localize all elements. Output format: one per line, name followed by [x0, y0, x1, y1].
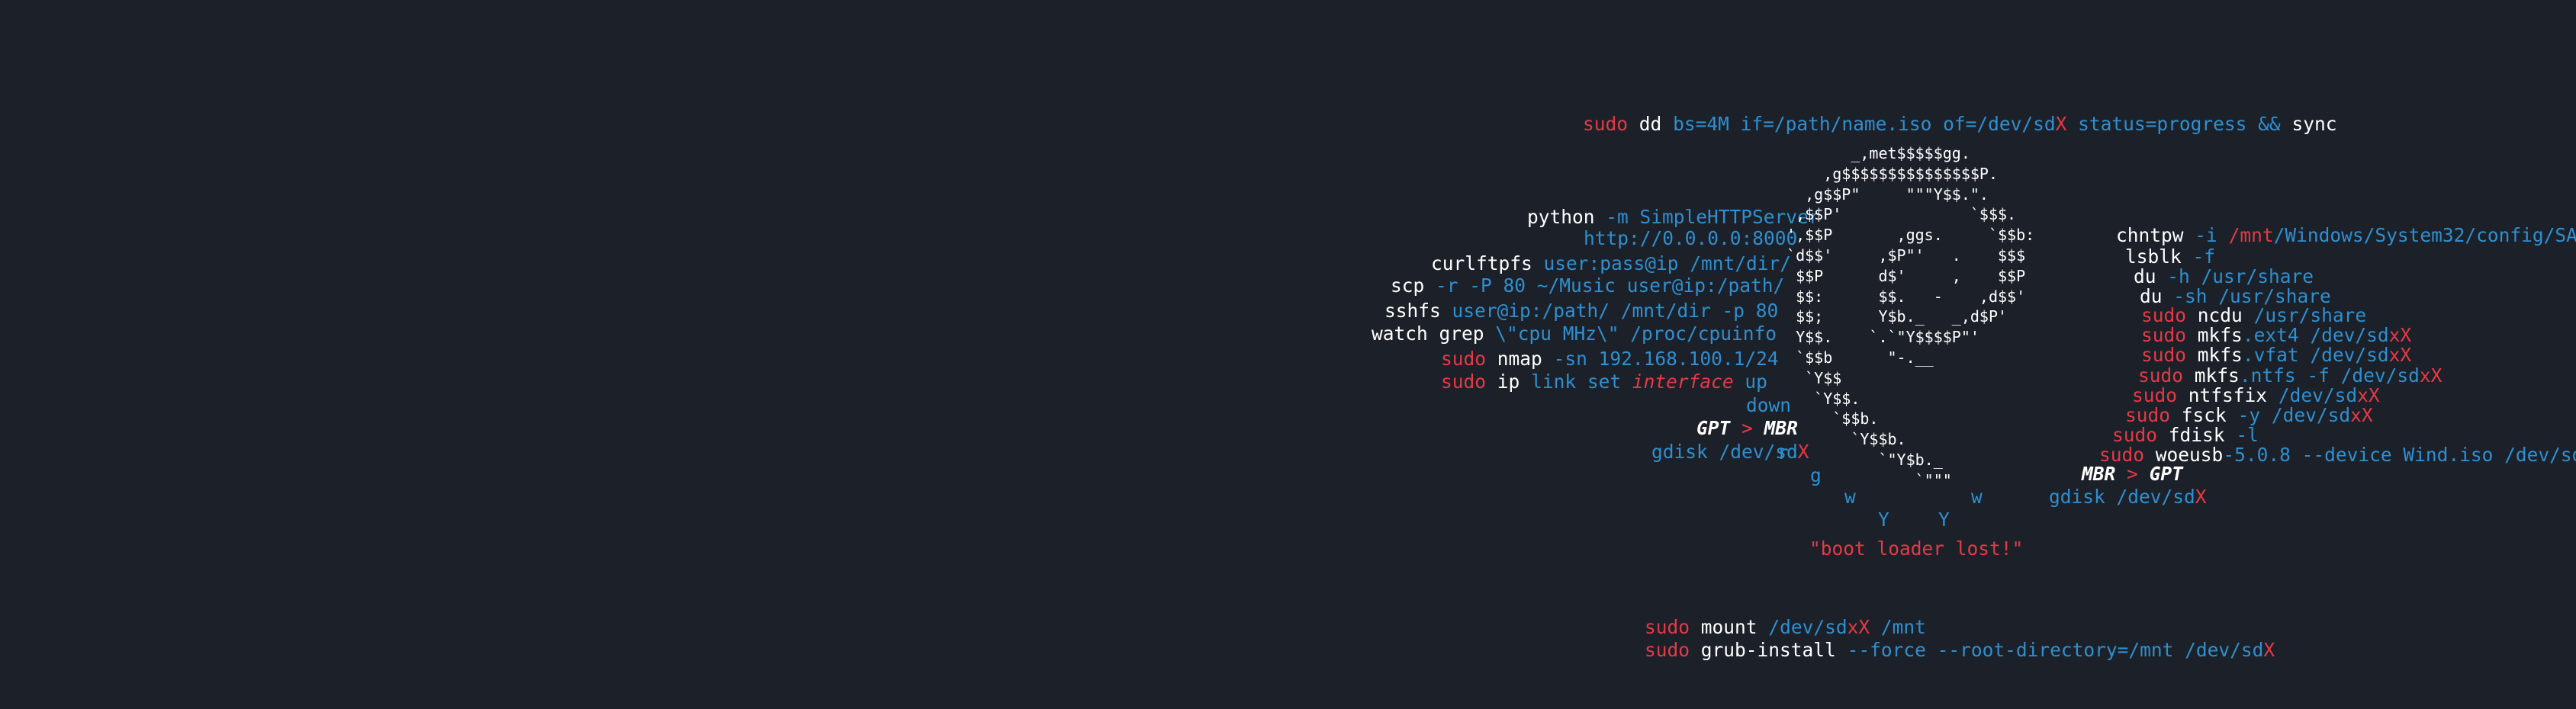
logo-line: $$: $$. - ,d$$': [1777, 287, 2026, 306]
grub-command: grub-install: [1700, 639, 1836, 661]
ip-command: ip: [1497, 371, 1520, 393]
logo-line: Y$$. `.`"Y$$$$P"': [1777, 328, 1979, 347]
ip-args: link set: [1531, 371, 1622, 393]
logo-line: ,$$P' `$$$.: [1777, 205, 2017, 224]
dd-args: bs=4M if=/path/name.iso of=/dev/sd: [1673, 113, 2056, 135]
sync-command: sync: [2291, 113, 2337, 135]
logo-line: `$$b.: [1777, 409, 1879, 428]
logo-line: $$; Y$b._ _,d$P': [1777, 307, 2008, 326]
sudo-keyword: sudo: [1645, 639, 1690, 661]
dd-status: status=progress: [2078, 113, 2247, 135]
logo-line: ',$$P ,ggs. `$$b:: [1777, 226, 2035, 245]
device-placeholder: xX: [2419, 364, 2443, 387]
logo-line: `Y$$b.: [1777, 430, 1906, 449]
logo-line: `Y$$: [1777, 368, 1842, 387]
sudo-keyword: sudo: [1583, 113, 1629, 135]
debian-ascii-logo: _,met$$$$$gg. ,g$$$$$$$$$$$$$$$P. ,g$$P"…: [1777, 143, 2034, 491]
swirl-tail-y-left: Y: [1878, 508, 1889, 531]
swirl-tail-w-left: w: [1844, 486, 1856, 508]
device-placeholder: X: [2263, 639, 2275, 661]
device-placeholder: X: [2195, 486, 2207, 508]
logo-line: `d$$' ,$P"' . $$$: [1777, 245, 2026, 265]
grub-args: --force --root-directory=/mnt /dev/sd: [1847, 639, 2264, 661]
logo-line: `$$b "-.__: [1777, 348, 1934, 367]
logo-line: $$P d$' , $$P: [1777, 266, 2026, 285]
device-placeholder: X: [2055, 113, 2067, 135]
mnt-path: /mnt: [2228, 224, 2274, 246]
boot-loader-message: "boot loader lost!": [1809, 537, 2024, 560]
sudo-keyword: sudo: [1441, 371, 1487, 393]
woeusb-args: -5.0.8 --device Wind.iso /dev/sd: [2223, 444, 2576, 466]
logo-line: _,met$$$$$gg.: [1777, 144, 1970, 162]
swirl-tail-r: r: [1777, 441, 1789, 464]
terminal-wallpaper: sudo dd bs=4M if=/path/name.iso of=/dev/…: [0, 0, 2576, 709]
logo-line: `Y$$.: [1777, 389, 1860, 408]
gdisk-command: gdisk /dev/sd: [1651, 441, 1798, 463]
and-operator: &&: [2258, 113, 2281, 135]
sam-path: /Windows/System32/config/SAM: [2273, 224, 2576, 246]
swirl-tail-g: g: [1810, 464, 1822, 486]
right-gdisk-line: gdisk /dev/sdX: [2004, 465, 2207, 529]
swirl-tail-y-right: Y: [1938, 508, 1950, 531]
logo-line: ,g$$$$$$$$$$$$$$$P.: [1777, 164, 1998, 183]
logo-line: ,g$$P" """Y$$.".: [1777, 184, 1989, 204]
grub-command-line: sudo grub-install --force --root-directo…: [1600, 618, 2275, 682]
gdisk-command: gdisk /dev/sd: [2049, 486, 2195, 508]
swirl-tail-w-right: w: [1971, 486, 1983, 508]
dd-command: dd: [1639, 113, 1662, 135]
